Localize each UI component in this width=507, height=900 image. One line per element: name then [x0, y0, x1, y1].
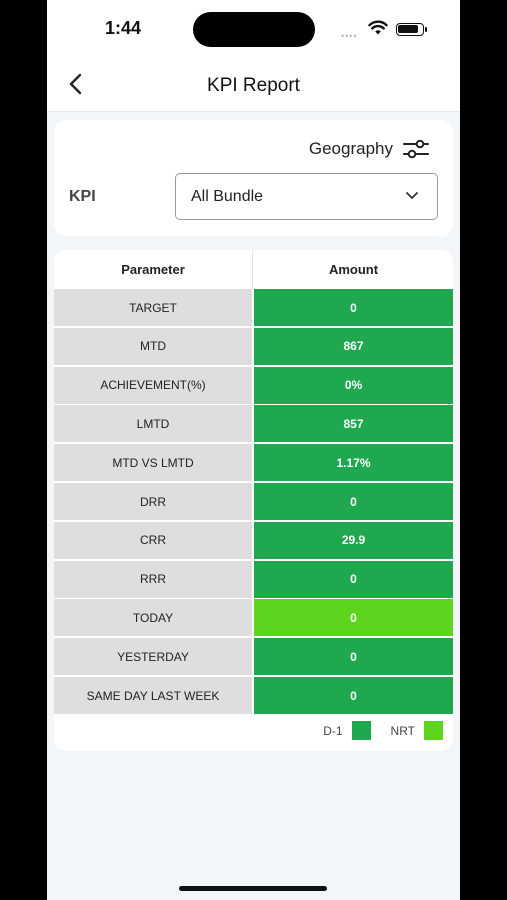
legend-nrt-label: NRT [390, 723, 415, 738]
geography-label: Geography [308, 139, 393, 158]
legend-d1-swatch [351, 721, 371, 740]
sliders-icon [403, 139, 429, 159]
battery-icon [396, 23, 427, 36]
wifi-icon [368, 20, 388, 35]
home-indicator[interactable] [179, 886, 327, 891]
status-time: 1:44 [105, 18, 142, 38]
signal-dots-icon: •••• [341, 31, 358, 41]
amount-cell: 29.9 [254, 521, 453, 559]
amount-cell: 0 [254, 560, 453, 598]
table-row: LMTD 857 [54, 405, 453, 443]
amount-cell: 867 [254, 327, 453, 365]
table-row: MTD 867 [54, 327, 453, 365]
parameter-cell: TODAY [54, 599, 252, 637]
amount-cell: 1.17% [254, 444, 453, 482]
table-row: ACHIEVEMENT(%) 0% [54, 366, 453, 404]
parameter-cell: ACHIEVEMENT(%) [54, 366, 252, 404]
amount-cell: 0% [254, 366, 453, 404]
status-bar: 1:44 •••• [47, 0, 460, 58]
table-row: RRR 0 [54, 560, 453, 598]
kpi-table: Parameter Amount TARGET 0 MTD 867 ACHIEVEMEN… [54, 250, 453, 751]
table-row: MTD VS LMTD 1.17% [54, 444, 453, 482]
parameter-cell: MTD [54, 327, 252, 365]
kpi-select-value: All Bundle [191, 188, 264, 205]
parameter-cell: CRR [54, 521, 252, 559]
filter-card: Geography KPI All Bundle [54, 120, 453, 236]
amount-cell: 857 [254, 405, 453, 443]
geography-button[interactable]: Geography [309, 138, 429, 160]
legend-nrt-swatch [424, 721, 443, 740]
table-row: YESTERDAY 0 [54, 638, 453, 676]
legend-d1-label: D-1 [323, 723, 343, 738]
amount-cell: 0 [254, 289, 453, 326]
legend: D-1 NRT [323, 721, 443, 740]
parameter-cell: SAME DAY LAST WEEK [54, 677, 252, 714]
amount-cell: 0 [254, 599, 453, 637]
table-row: TARGET 0 [54, 289, 453, 326]
kpi-select[interactable]: All Bundle [175, 173, 438, 220]
parameter-cell: DRR [54, 483, 252, 520]
parameter-cell: LMTD [54, 405, 252, 443]
header-amount: Amount [328, 261, 379, 277]
amount-cell: 0 [254, 677, 453, 714]
table-row: CRR 29.9 [54, 521, 453, 559]
parameter-cell: MTD VS LMTD [54, 444, 252, 482]
amount-cell: 0 [254, 638, 453, 676]
kpi-label: KPI [69, 188, 96, 205]
header-parameter: Parameter [54, 250, 253, 288]
amount-cell: 0 [254, 483, 453, 520]
table-row: TODAY 0 [54, 599, 453, 637]
parameter-cell: RRR [54, 560, 252, 598]
page-title: KPI Report [207, 75, 300, 96]
dynamic-island [193, 12, 315, 47]
chevron-down-icon [406, 192, 418, 199]
app-screen: 1:44 •••• KPI Report Geography KPI All B… [47, 0, 460, 900]
table-row: SAME DAY LAST WEEK 0 [54, 677, 453, 714]
table-row: DRR 0 [54, 483, 453, 520]
parameter-cell: YESTERDAY [54, 638, 252, 676]
parameter-cell: TARGET [54, 289, 252, 326]
nav-bar: KPI Report [47, 58, 460, 112]
